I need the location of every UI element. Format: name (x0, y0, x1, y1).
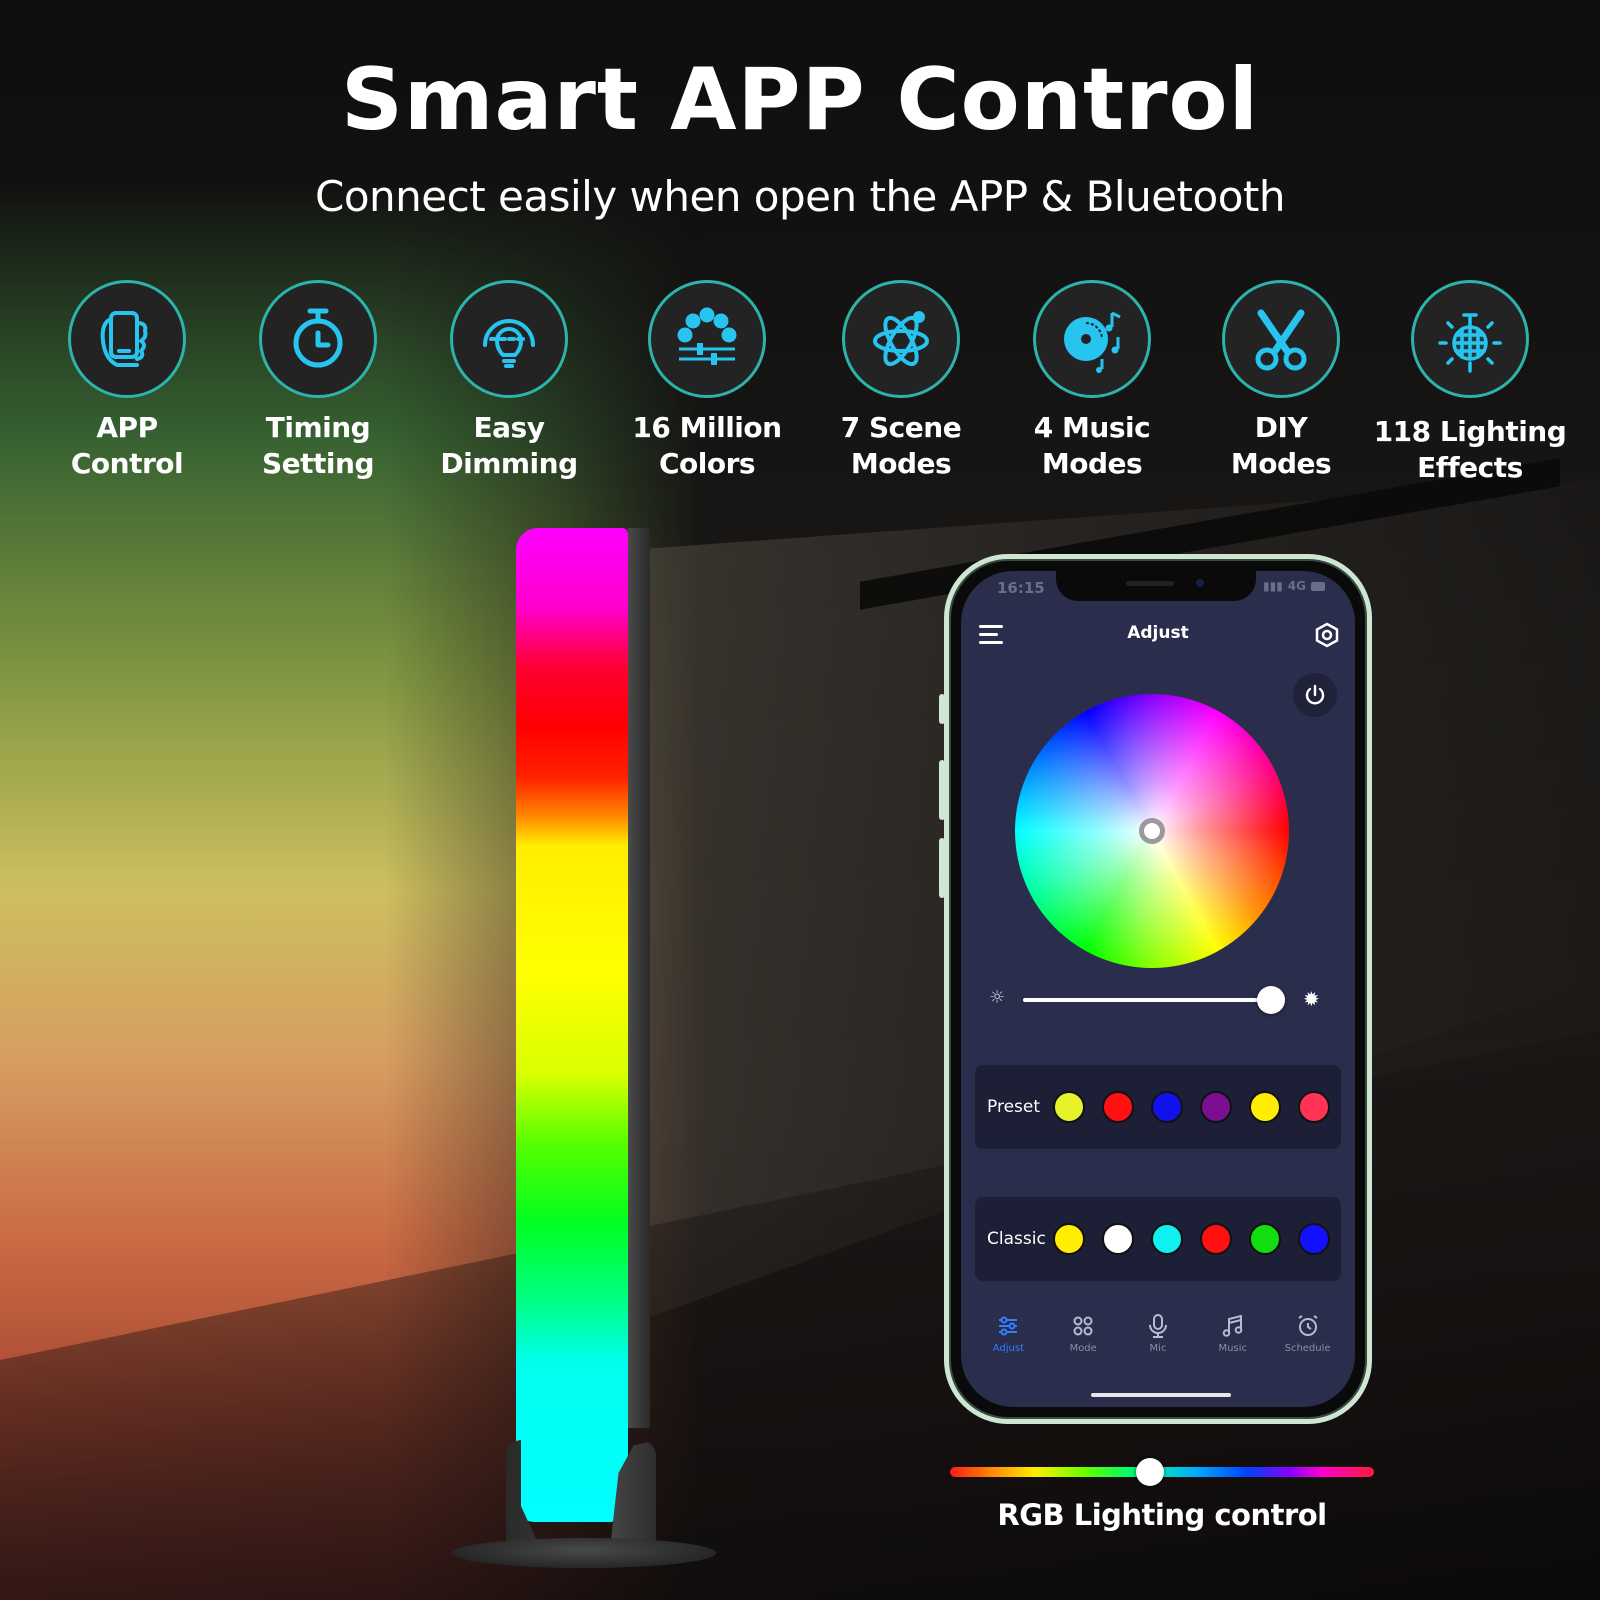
tab-label: Music (1218, 1343, 1247, 1354)
feature-label-line1: 7 Scene (840, 411, 962, 444)
signal-icon: ▮▮▮ (1262, 579, 1283, 593)
atom-icon (842, 280, 960, 398)
preset-swatch-4[interactable] (1200, 1091, 1232, 1123)
feature-label-line1: APP (96, 411, 158, 444)
status-indicators: ▮▮▮ 4G (1263, 579, 1325, 593)
brightness-high-icon: ✹ (1303, 987, 1320, 1011)
feature-label-line2: Effects (1417, 451, 1523, 484)
power-icon (1305, 684, 1325, 705)
preset-swatch-3[interactable] (1151, 1091, 1183, 1123)
classic-colors: Classic (975, 1197, 1341, 1281)
tab-label: Mic (1149, 1343, 1167, 1354)
preset-swatch-6[interactable] (1298, 1091, 1330, 1123)
microphone-icon (1148, 1314, 1167, 1338)
color-dots-sliders-icon (648, 280, 766, 398)
sliders-icon (999, 1316, 1018, 1336)
bottom-tab-bar: Adjust Mode Mic Music Schedule (961, 1313, 1355, 1373)
feature-7-scene-modes: 7 Scene Modes (801, 280, 1001, 482)
app-screen: 16:15 ▮▮▮ 4G Adjust ☼ ✹ Preset Classic A… (961, 571, 1355, 1407)
feature-label-line2: Control (70, 447, 184, 480)
feature-label-line1: 4 Music (1033, 411, 1151, 444)
settings-hex-icon[interactable] (1313, 621, 1341, 649)
smartphone: 16:15 ▮▮▮ 4G Adjust ☼ ✹ Preset Classic A… (944, 554, 1372, 1424)
preset-colors: Preset (975, 1065, 1341, 1149)
classic-swatch-1[interactable] (1053, 1223, 1085, 1255)
feature-16-million-colors: 16 Million Colors (607, 280, 807, 482)
power-button[interactable] (1293, 673, 1337, 717)
app-title: Adjust (1127, 623, 1189, 643)
feature-app-control: APP Control (27, 280, 227, 482)
classic-label: Classic (987, 1229, 1046, 1249)
grid-icon (1073, 1316, 1093, 1336)
feature-diy-modes: DIY Modes (1181, 280, 1381, 482)
classic-swatch-5[interactable] (1249, 1223, 1281, 1255)
home-indicator (1091, 1393, 1231, 1397)
rgb-hue-thumb[interactable] (1136, 1458, 1164, 1486)
preset-swatch-list (1053, 1091, 1330, 1123)
brightness-track[interactable] (1023, 998, 1285, 1002)
feature-label-line1: Timing (265, 411, 371, 444)
feature-easy-dimming: Easy Dimming (409, 280, 609, 482)
app-bar: Adjust (961, 617, 1355, 657)
scissors-icon (1222, 280, 1340, 398)
feature-label-line2: Setting (262, 447, 375, 480)
preset-swatch-1[interactable] (1053, 1091, 1085, 1123)
rgb-lighting-caption: RGB Lighting control (997, 1498, 1327, 1532)
feature-label-line2: Modes (1230, 447, 1332, 480)
tab-label: Schedule (1284, 1343, 1331, 1354)
music-note-icon (1222, 1314, 1243, 1337)
classic-swatch-4[interactable] (1200, 1223, 1232, 1255)
tab-music[interactable]: Music (1200, 1313, 1266, 1373)
page-title: Smart APP Control (340, 50, 1260, 150)
disco-ball-icon (1411, 280, 1529, 398)
classic-swatch-list (1053, 1223, 1330, 1255)
alarm-clock-icon (1298, 1315, 1318, 1336)
light-bar-foot (452, 1538, 716, 1568)
preset-label: Preset (987, 1097, 1041, 1117)
feature-label-line2: Modes (850, 447, 952, 480)
preset-swatch-2[interactable] (1102, 1091, 1134, 1123)
tab-label: Mode (1069, 1343, 1097, 1354)
tab-adjust[interactable]: Adjust (975, 1313, 1041, 1373)
tab-schedule[interactable]: Schedule (1275, 1313, 1341, 1373)
classic-swatch-6[interactable] (1298, 1223, 1330, 1255)
feature-timing-setting: Timing Setting (218, 280, 418, 482)
feature-label-line1: Easy (473, 411, 545, 444)
classic-swatch-2[interactable] (1102, 1223, 1134, 1255)
page-subtitle: Connect easily when open the APP & Bluet… (315, 172, 1285, 221)
feature-label-line2: Colors (658, 447, 756, 480)
tab-label: Adjust (992, 1343, 1025, 1354)
preset-swatch-5[interactable] (1249, 1091, 1281, 1123)
feature-label-line1: 118 Lighting (1373, 415, 1567, 448)
feature-label-line1: DIY (1254, 411, 1308, 444)
battery-icon (1311, 581, 1325, 591)
color-wheel-handle[interactable] (1139, 818, 1165, 844)
feature-label-line1: 16 Million (632, 411, 782, 444)
rgb-light-bar (516, 528, 628, 1522)
feature-118-lighting-effects: 118 Lighting Effects (1370, 280, 1570, 486)
brightness-low-icon: ☼ (989, 987, 1006, 1008)
feature-4-music-modes: 4 Music Modes (992, 280, 1192, 482)
tab-mode[interactable]: Mode (1050, 1313, 1116, 1373)
phone-in-hand-icon (68, 280, 186, 398)
status-time: 16:15 (997, 579, 1045, 597)
stopwatch-icon (259, 280, 377, 398)
brightness-slider[interactable]: ☼ ✹ (981, 985, 1331, 1015)
network-type: 4G (1287, 579, 1306, 593)
phone-notch (1056, 571, 1256, 601)
music-disc-icon (1033, 280, 1151, 398)
classic-swatch-3[interactable] (1151, 1223, 1183, 1255)
feature-label-line2: Modes (1041, 447, 1143, 480)
feature-label-line2: Dimming (440, 447, 578, 480)
dimming-bulb-icon (450, 280, 568, 398)
brightness-thumb[interactable] (1257, 986, 1285, 1014)
tab-mic[interactable]: Mic (1125, 1313, 1191, 1373)
light-bar-housing (628, 528, 650, 1428)
